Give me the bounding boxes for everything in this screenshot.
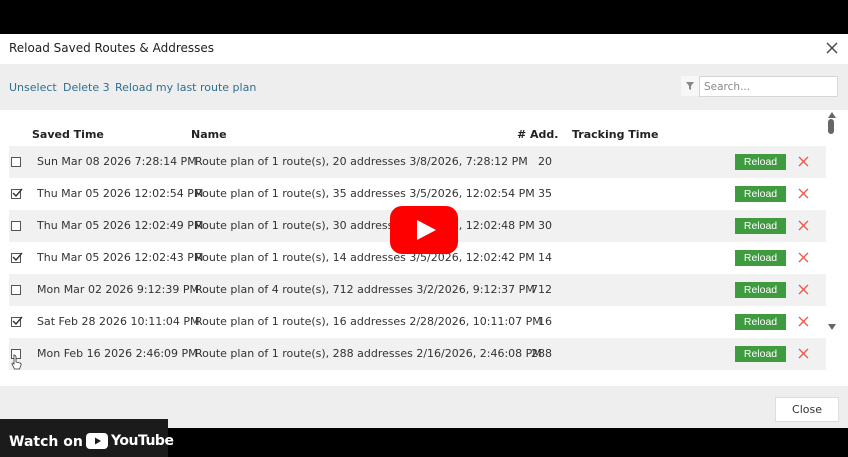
header-tracking-time[interactable]: Tracking Time [572,128,658,141]
saved-time-cell: Thu Mar 05 2026 12:02:43 PM [37,251,204,264]
close-icon[interactable] [822,38,842,58]
delete-icon[interactable] [798,220,809,231]
row-checkbox[interactable] [11,252,23,263]
scroll-down-arrow-icon[interactable] [828,324,836,330]
address-count-cell: 288 [531,347,552,360]
address-count-cell: 20 [538,155,552,168]
reload-button[interactable]: Reload [735,282,786,298]
reload-button[interactable]: Reload [735,218,786,234]
reload-button[interactable]: Reload [735,346,786,362]
header-name[interactable]: Name [191,128,227,141]
saved-time-cell: Mon Feb 16 2026 2:46:09 PM [37,347,198,360]
watch-on-label: Watch on [9,434,83,450]
table-row: Sun Mar 08 2026 7:28:14 PM Route plan of … [9,146,826,178]
dialog-header: Reload Saved Routes & Addresses [0,34,848,64]
table-row: Sat Feb 28 2026 10:11:04 PM Route plan of… [9,306,826,338]
saved-time-cell: Sat Feb 28 2026 10:11:04 PM [37,315,200,328]
delete-icon[interactable] [798,156,809,167]
route-name-cell: Route plan of 1 route(s), 35 addresses 3… [195,187,535,200]
reload-button[interactable]: Reload [735,154,786,170]
search-input[interactable] [699,76,838,97]
header-address-count[interactable]: # Add. [517,128,559,141]
scroll-thumb[interactable] [828,119,834,134]
delete-icon[interactable] [798,284,809,295]
delete-icon[interactable] [798,348,809,359]
table-row: Mon Feb 16 2026 2:46:09 PM Route plan of … [9,338,826,370]
youtube-logo-icon [86,433,108,449]
reload-button[interactable]: Reload [735,250,786,266]
delete-selected-link[interactable]: Delete 3 [63,81,110,94]
table-body: Sun Mar 08 2026 7:28:14 PM Route plan of … [9,146,826,370]
address-count-cell: 14 [538,251,552,264]
address-count-cell: 16 [538,315,552,328]
scroll-up-arrow-icon[interactable] [828,112,836,118]
row-checkbox[interactable] [11,157,21,167]
delete-icon[interactable] [798,252,809,263]
reload-last-plan-link[interactable]: Reload my last route plan [115,81,256,94]
youtube-play-icon[interactable] [390,206,458,254]
toolbar: Unselect Delete 3 Reload my last route p… [0,64,848,110]
saved-time-cell: Thu Mar 05 2026 12:02:54 PM [37,187,204,200]
watch-on-youtube-button[interactable]: Watch on YouTube [0,419,174,457]
row-checkbox[interactable] [11,316,23,327]
row-checkbox[interactable] [11,221,21,231]
route-name-cell: Route plan of 1 route(s), 288 addresses … [195,347,542,360]
saved-time-cell: Mon Mar 02 2026 9:12:39 PM [37,283,199,296]
row-checkbox[interactable] [11,285,21,295]
dialog-title: Reload Saved Routes & Addresses [9,41,215,55]
address-count-cell: 30 [538,219,552,232]
delete-icon[interactable] [798,316,809,327]
unselect-link[interactable]: Unselect [9,81,57,94]
video-top-bar [0,0,848,34]
table-scrollbar[interactable] [826,110,840,330]
table-row: Mon Mar 02 2026 9:12:39 PM Route plan of … [9,274,826,306]
saved-time-cell: Sun Mar 08 2026 7:28:14 PM [37,155,197,168]
route-name-cell: Route plan of 4 route(s), 712 addresses … [195,283,535,296]
reload-button[interactable]: Reload [735,314,786,330]
filter-icon[interactable] [681,76,699,97]
close-button[interactable]: Close [775,397,839,422]
reload-button[interactable]: Reload [735,186,786,202]
route-name-cell: Route plan of 1 route(s), 20 addresses 3… [195,155,528,168]
delete-icon[interactable] [798,188,809,199]
address-count-cell: 712 [531,283,552,296]
route-name-cell: Route plan of 1 route(s), 16 addresses 2… [195,315,542,328]
route-name-cell: Route plan of 1 route(s), 30 addresses 3… [195,219,535,232]
row-checkbox[interactable] [11,188,23,199]
saved-time-cell: Thu Mar 05 2026 12:02:49 PM [37,219,204,232]
route-name-cell: Route plan of 1 route(s), 14 addresses 3… [195,251,535,264]
address-count-cell: 35 [538,187,552,200]
youtube-brand-label: YouTube [111,433,174,449]
header-saved-time[interactable]: Saved Time [32,128,104,141]
mouse-pointer-icon [11,354,23,370]
